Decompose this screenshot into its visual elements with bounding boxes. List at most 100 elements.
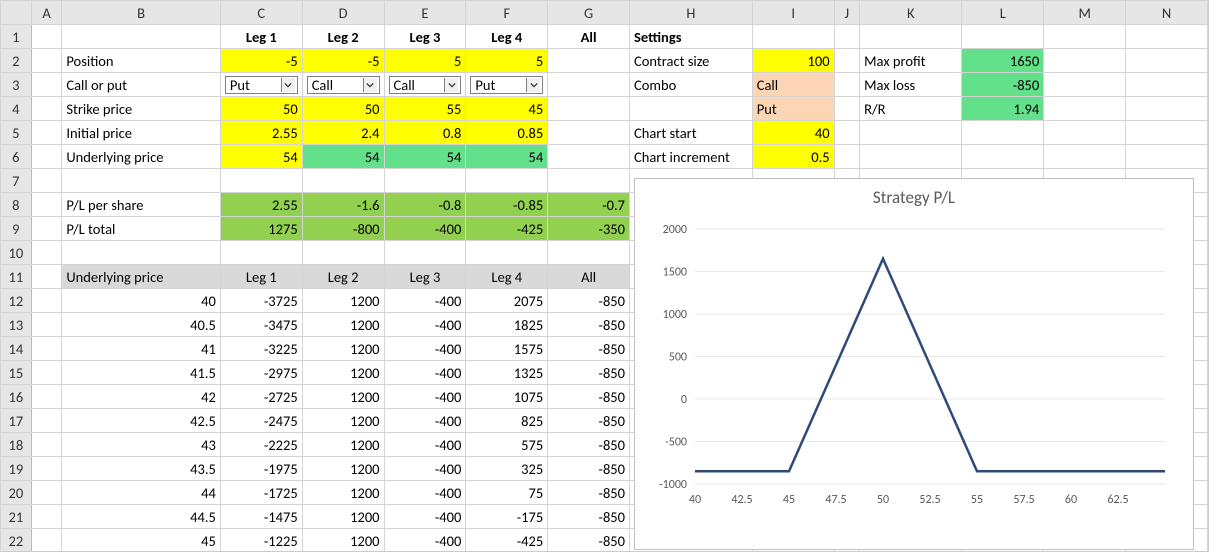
cell-G7[interactable] bbox=[548, 169, 630, 193]
col-header-L[interactable]: L bbox=[962, 1, 1044, 25]
tbl-leg2[interactable]: 1200 bbox=[302, 361, 384, 385]
position-leg[interactable]: 5 bbox=[384, 49, 466, 73]
cell-A9[interactable] bbox=[31, 217, 62, 241]
row-header-16[interactable]: 16 bbox=[1, 385, 32, 409]
label-initial-price[interactable]: Initial price bbox=[62, 121, 221, 145]
tbl-all[interactable]: -850 bbox=[548, 529, 630, 552]
cell-M5[interactable] bbox=[1044, 121, 1126, 145]
row-header-11[interactable]: 11 bbox=[1, 265, 32, 289]
chevron-down-icon[interactable] bbox=[281, 78, 295, 92]
tbl-leg4[interactable]: 825 bbox=[466, 409, 548, 433]
cell-A12[interactable] bbox=[31, 289, 62, 313]
row-header-2[interactable]: 2 bbox=[1, 49, 32, 73]
chart-increment-value[interactable]: 0.5 bbox=[752, 145, 834, 169]
tbl-leg1[interactable]: -1475 bbox=[220, 505, 302, 529]
col-header-K[interactable]: K bbox=[860, 1, 962, 25]
tbl-leg1[interactable]: -2225 bbox=[220, 433, 302, 457]
tbl-all[interactable]: -850 bbox=[548, 433, 630, 457]
tbl-leg3[interactable]: -400 bbox=[384, 433, 466, 457]
cell-L1[interactable] bbox=[962, 25, 1044, 49]
cell-A22[interactable] bbox=[31, 529, 62, 552]
initial-price-value[interactable]: 0.85 bbox=[466, 121, 548, 145]
row-header-19[interactable]: 19 bbox=[1, 457, 32, 481]
cell-G5[interactable] bbox=[548, 121, 630, 145]
initial-price-value[interactable]: 2.4 bbox=[302, 121, 384, 145]
cell-A14[interactable] bbox=[31, 337, 62, 361]
tbl-leg4[interactable]: 1825 bbox=[466, 313, 548, 337]
row-header-1[interactable]: 1 bbox=[1, 25, 32, 49]
hdr-settings[interactable]: Settings bbox=[630, 25, 753, 49]
cell-L5[interactable] bbox=[962, 121, 1044, 145]
cell-M4[interactable] bbox=[1044, 97, 1126, 121]
cell-N3[interactable] bbox=[1126, 73, 1208, 97]
pl-total-value[interactable]: -350 bbox=[548, 217, 630, 241]
initial-price-value[interactable]: 0.8 bbox=[384, 121, 466, 145]
cell-A20[interactable] bbox=[31, 481, 62, 505]
cell-M6[interactable] bbox=[1044, 145, 1126, 169]
label-rr[interactable]: R/R bbox=[860, 97, 962, 121]
row-header-20[interactable]: 20 bbox=[1, 481, 32, 505]
position-leg[interactable]: 5 bbox=[466, 49, 548, 73]
cell-I1[interactable] bbox=[752, 25, 834, 49]
chevron-down-icon[interactable] bbox=[363, 78, 377, 92]
row-header-13[interactable]: 13 bbox=[1, 313, 32, 337]
cell-N4[interactable] bbox=[1126, 97, 1208, 121]
cell-J1[interactable] bbox=[834, 25, 860, 49]
cell-F7[interactable] bbox=[466, 169, 548, 193]
tbl-underlying[interactable]: 45 bbox=[62, 529, 221, 552]
label-chart-increment[interactable]: Chart increment bbox=[630, 145, 753, 169]
label-contract-size[interactable]: Contract size bbox=[630, 49, 753, 73]
chevron-down-icon[interactable] bbox=[526, 78, 540, 92]
call-put-dropdown-control[interactable]: Call bbox=[307, 76, 380, 94]
cell-C10[interactable] bbox=[220, 241, 302, 265]
cell-A11[interactable] bbox=[31, 265, 62, 289]
tbl-leg3[interactable]: -400 bbox=[384, 481, 466, 505]
tbl-all[interactable]: -850 bbox=[548, 337, 630, 361]
max-profit-value[interactable]: 1650 bbox=[962, 49, 1044, 73]
row-header-22[interactable]: 22 bbox=[1, 529, 32, 552]
label-underlying-price[interactable]: Underlying price bbox=[62, 145, 221, 169]
cell-A7[interactable] bbox=[31, 169, 62, 193]
cell-A3[interactable] bbox=[31, 73, 62, 97]
tbl-leg2[interactable]: 1200 bbox=[302, 505, 384, 529]
pl-total-value[interactable]: 1275 bbox=[220, 217, 302, 241]
tbl-leg2[interactable]: 1200 bbox=[302, 529, 384, 552]
tbl-leg2[interactable]: 1200 bbox=[302, 337, 384, 361]
underlying-price-input[interactable]: 54 bbox=[220, 145, 302, 169]
tbl-leg4[interactable]: 1075 bbox=[466, 385, 548, 409]
cell-K6[interactable] bbox=[860, 145, 962, 169]
tbl-hdr[interactable]: Leg 4 bbox=[466, 265, 548, 289]
cell-A10[interactable] bbox=[31, 241, 62, 265]
tbl-leg2[interactable]: 1200 bbox=[302, 313, 384, 337]
chart-start-value[interactable]: 40 bbox=[752, 121, 834, 145]
tbl-leg1[interactable]: -3225 bbox=[220, 337, 302, 361]
cell-A2[interactable] bbox=[31, 49, 62, 73]
hdr-leg-2[interactable]: Leg 2 bbox=[302, 25, 384, 49]
cell-C7[interactable] bbox=[220, 169, 302, 193]
cell-J5[interactable] bbox=[834, 121, 860, 145]
cell-G2[interactable] bbox=[548, 49, 630, 73]
cell-A15[interactable] bbox=[31, 361, 62, 385]
tbl-leg4[interactable]: 325 bbox=[466, 457, 548, 481]
underlying-price-value[interactable]: 54 bbox=[384, 145, 466, 169]
pl-total-value[interactable]: -800 bbox=[302, 217, 384, 241]
col-header-D[interactable]: D bbox=[302, 1, 384, 25]
call-put-dropdown[interactable]: Call bbox=[384, 73, 466, 97]
col-header-H[interactable]: H bbox=[630, 1, 753, 25]
cell-N1[interactable] bbox=[1126, 25, 1208, 49]
tbl-all[interactable]: -850 bbox=[548, 409, 630, 433]
tbl-leg2[interactable]: 1200 bbox=[302, 433, 384, 457]
tbl-underlying[interactable]: 42.5 bbox=[62, 409, 221, 433]
pl-total-value[interactable]: -425 bbox=[466, 217, 548, 241]
cell-N5[interactable] bbox=[1126, 121, 1208, 145]
call-put-dropdown[interactable]: Put bbox=[220, 73, 302, 97]
col-header-J[interactable]: J bbox=[834, 1, 860, 25]
tbl-leg3[interactable]: -400 bbox=[384, 385, 466, 409]
row-header-6[interactable]: 6 bbox=[1, 145, 32, 169]
tbl-leg1[interactable]: -2975 bbox=[220, 361, 302, 385]
combo-call[interactable]: Call bbox=[752, 73, 834, 97]
row-header-8[interactable]: 8 bbox=[1, 193, 32, 217]
pl-share-value[interactable]: 2.55 bbox=[220, 193, 302, 217]
row-header-9[interactable]: 9 bbox=[1, 217, 32, 241]
cell-A13[interactable] bbox=[31, 313, 62, 337]
